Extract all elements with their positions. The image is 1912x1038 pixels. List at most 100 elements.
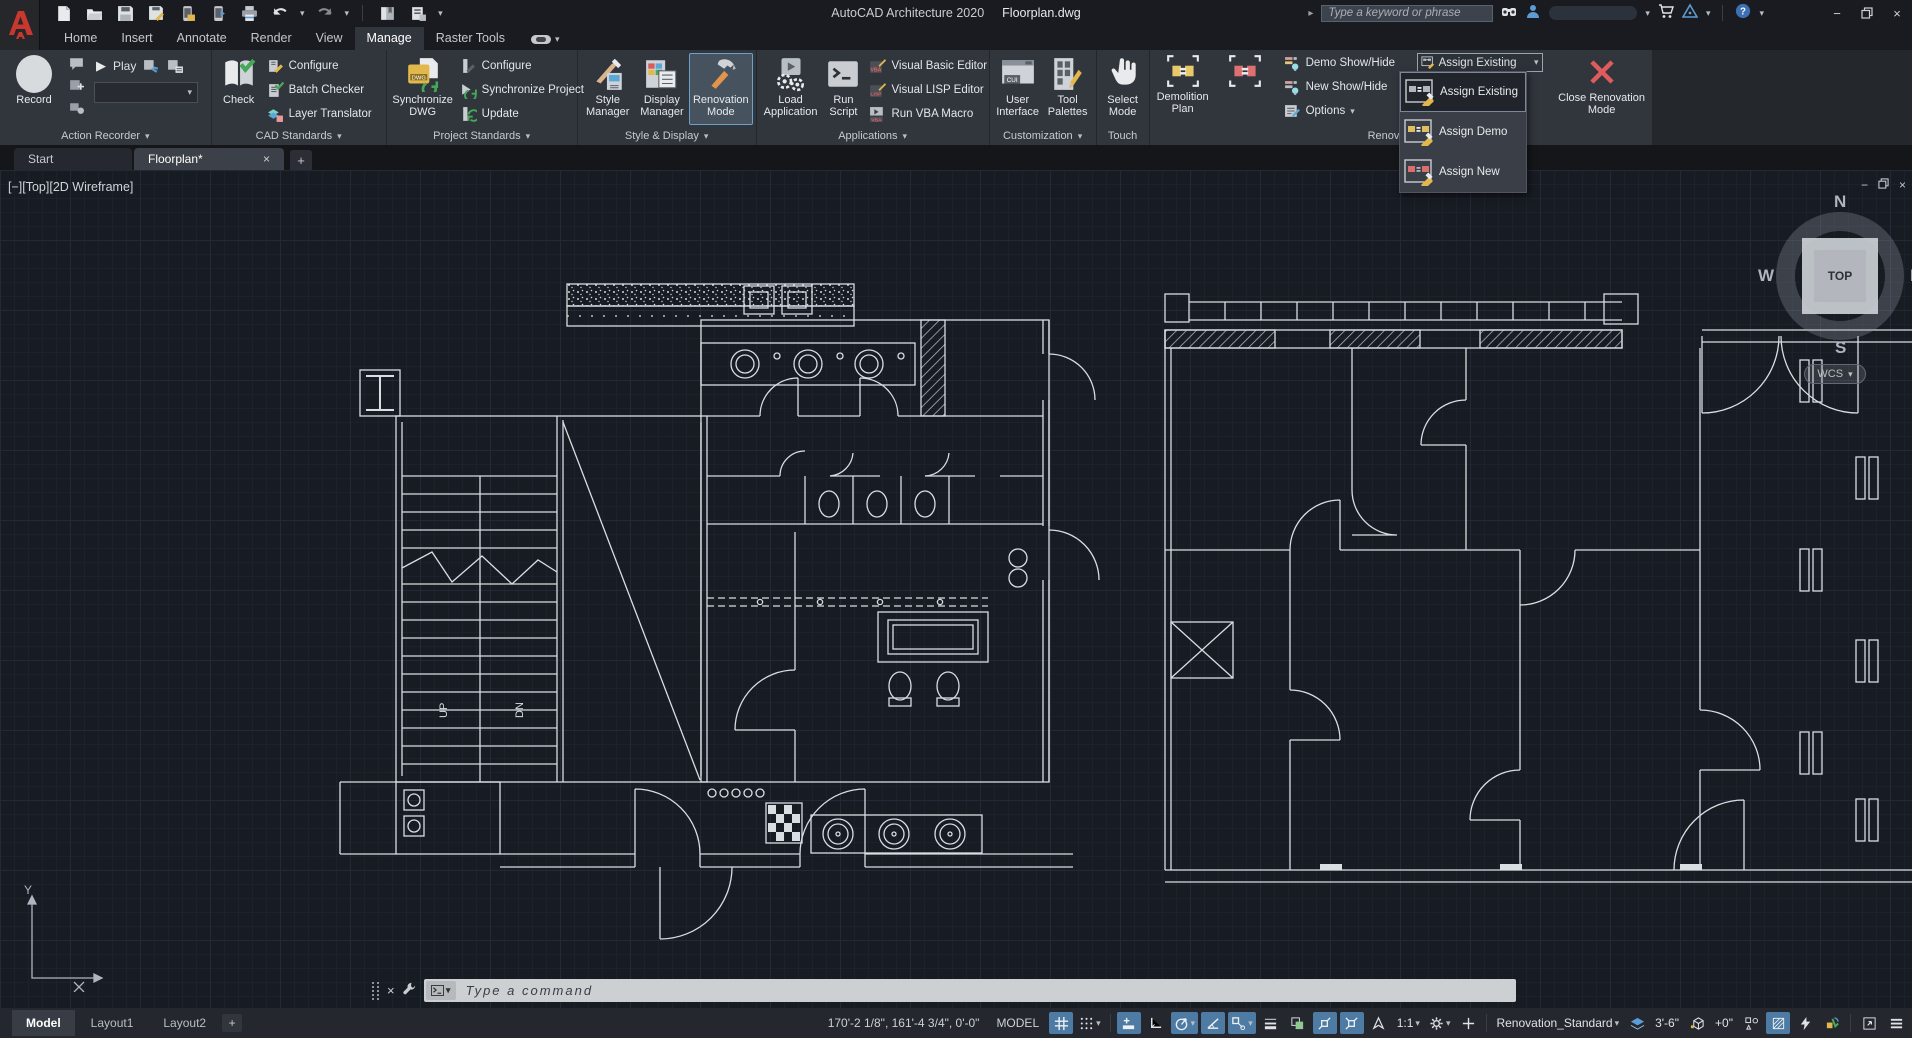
tab-render[interactable]: Render [239,27,304,50]
new-layout-button[interactable]: + [222,1014,242,1032]
workspace-status-icon[interactable] [1820,1012,1844,1034]
play-button[interactable]: Play [113,59,136,73]
account-name[interactable] [1549,6,1637,20]
panel-label-project-standards[interactable]: Project Standards▾ [387,127,577,145]
panel-label-cad-standards[interactable]: CAD Standards▾ [212,127,386,145]
transparency-icon[interactable] [1286,1012,1310,1034]
ortho-mode-icon[interactable] [1144,1012,1168,1034]
check-standards-button[interactable]: Check [215,53,263,125]
command-customize-wrench-icon[interactable] [402,981,417,1001]
help-icon[interactable]: ? [1735,3,1751,24]
file-tab-start[interactable]: Start [14,148,132,170]
menu-item-assign-demo[interactable]: Assign Demo [1400,112,1526,152]
tab-manage[interactable]: Manage [355,27,424,50]
drawing-restore-button[interactable] [1878,178,1889,192]
update-standards-button[interactable]: Update [456,102,588,126]
search-icon[interactable] [1501,3,1517,24]
workspace-switching-plus-icon[interactable] [1456,1012,1480,1034]
menu-item-assign-new[interactable]: Assign New [1400,152,1526,192]
search-collapse-icon[interactable]: ▸ [1308,8,1313,19]
record-button[interactable]: Record [3,53,65,125]
compass-south[interactable]: S [1835,338,1846,358]
style-manager-button[interactable]: Style Manager [581,53,635,125]
assign-dropdown-icon[interactable]: ▾ [1534,58,1539,67]
redo-dropdown-icon[interactable]: ▾ [345,9,350,18]
new-icon[interactable] [52,3,74,23]
display-manager-button[interactable]: Display Manager [635,53,689,125]
save-web-mobile-icon[interactable] [207,3,229,23]
tab-home[interactable]: Home [52,27,109,50]
plot-icon[interactable] [238,3,260,23]
tab-insert[interactable]: Insert [109,27,164,50]
open-icon[interactable] [83,3,105,23]
preference-icon[interactable] [143,58,160,75]
command-close-icon[interactable]: × [387,983,395,998]
open-web-mobile-icon[interactable] [176,3,198,23]
command-drag-handle[interactable] [372,982,380,1000]
customization-menu-icon[interactable] [1884,1012,1908,1034]
file-tab-close-icon[interactable]: × [263,152,270,166]
drawing-minimize-button[interactable]: − [1861,178,1868,192]
object-snap-3d-icon[interactable] [1340,1012,1364,1034]
viewport-controls[interactable]: [−][Top][2D Wireframe] [8,180,133,194]
renovation-mode-button[interactable]: Renovation Mode [689,53,753,125]
command-input[interactable] [456,983,1514,998]
visual-basic-editor-button[interactable]: VBA Visual Basic Editor [865,54,991,78]
recent-commands-button[interactable]: ▾ [426,981,456,1000]
assign-existing-split-button[interactable]: Assign Existing ▾ [1417,53,1543,72]
app-store-cart-icon[interactable] [1658,3,1674,24]
command-input-bar[interactable]: ▾ [424,979,1516,1002]
renovation-standard-selector[interactable]: Renovation_Standard▾ [1493,1012,1622,1034]
menu-item-assign-existing[interactable]: Assign Existing [1400,72,1526,112]
annotation-visibility-gear-icon[interactable]: ▾ [1426,1012,1454,1034]
annotation-monitor-icon[interactable] [1793,1012,1817,1034]
demolition-plan-button[interactable]: Demolition Plan [1152,50,1214,122]
new-show-hide-button[interactable]: New Show/Hide [1280,75,1399,99]
sheet-set-icon[interactable] [407,3,429,23]
object-snap-center-icon[interactable] [1367,1012,1391,1034]
dynamic-input-icon[interactable] [1117,1012,1141,1034]
file-tab-floorplan[interactable]: Floorplan* × [134,148,284,170]
clean-screen-icon[interactable] [1857,1012,1881,1034]
revision-plan-button[interactable] [1216,50,1274,122]
wcs-dropdown[interactable]: WCS▾ [1804,364,1866,384]
demo-show-hide-button[interactable]: Demo Show/Hide [1280,51,1399,75]
run-script-button[interactable]: Run Script [821,53,865,125]
restore-button[interactable] [1856,3,1878,23]
layout1-tab[interactable]: Layout1 [77,1010,148,1036]
minimize-button[interactable]: − [1826,3,1848,23]
undo-icon[interactable] [269,3,291,23]
action-macro-combobox[interactable]: ▾ [94,82,198,103]
close-renovation-mode-button[interactable]: Close Renovation Mode [1548,51,1656,123]
polar-tracking-icon[interactable]: ▾ [1171,1012,1199,1034]
synchronize-dwg-button[interactable]: DWG Synchronize DWG [390,53,456,125]
close-button[interactable]: × [1886,3,1908,23]
pause-user-input-icon[interactable] [68,99,85,116]
hatch-background-icon[interactable] [1766,1012,1790,1034]
save-icon[interactable] [114,3,136,23]
a360-dropdown-icon[interactable]: ▾ [1706,9,1711,18]
run-vba-macro-button[interactable]: VBA Run VBA Macro [865,102,991,126]
grid-icon[interactable] [1049,1012,1073,1034]
insert-message-icon[interactable] [68,55,85,72]
save-as-icon[interactable] [145,3,167,23]
insert-base-point-icon[interactable] [68,77,85,94]
tab-raster-tools[interactable]: Raster Tools [424,27,517,50]
model-tab[interactable]: Model [12,1010,75,1036]
viewcube[interactable]: N W E S TOP WCS▾ [1772,198,1912,388]
select-mode-button[interactable]: Select Mode [1100,53,1146,125]
new-drawing-tab-button[interactable]: + [290,150,312,170]
batch-checker-button[interactable]: Batch Checker [263,78,376,102]
tab-view[interactable]: View [304,27,355,50]
object-snap-icon[interactable] [1313,1012,1337,1034]
synchronize-project-button[interactable]: Synchronize Project [456,78,588,102]
compass-west[interactable]: W [1758,266,1774,286]
snap-mode-icon[interactable]: ▾ [1076,1012,1104,1034]
annotation-scale-button[interactable]: 1:1▾ [1394,1012,1423,1034]
layout2-tab[interactable]: Layout2 [149,1010,220,1036]
panel-label-action-recorder[interactable]: Action Recorder▾ [0,127,211,145]
panel-label-applications[interactable]: Applications▾ [757,127,989,145]
configure-project-button[interactable]: Configure [456,54,588,78]
help-dropdown-icon[interactable]: ▾ [1759,9,1764,18]
configure-standards-button[interactable]: Configure [263,54,376,78]
